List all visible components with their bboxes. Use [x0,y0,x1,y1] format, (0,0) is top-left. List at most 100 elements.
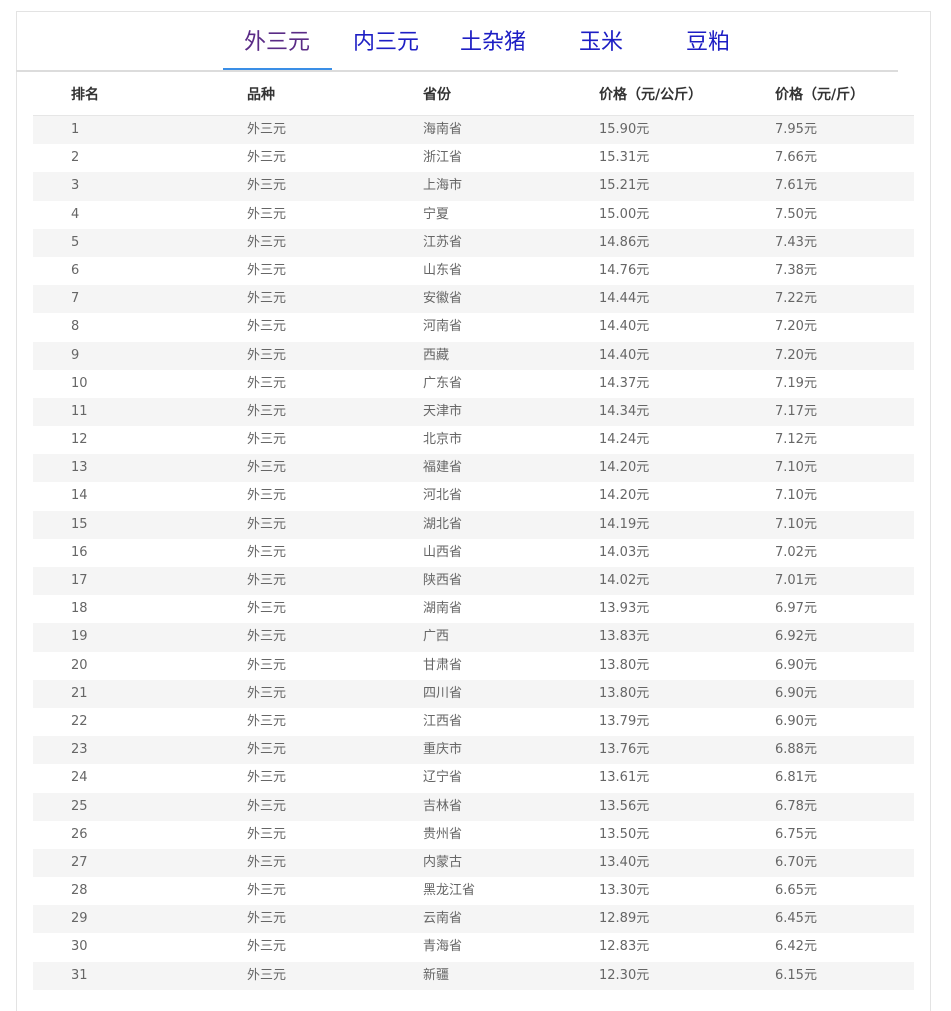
cell-price-per-kg: 14.24元 [599,432,650,448]
cell-variety: 外三元 [247,854,287,870]
table-row: 7 外三元 安徽省 14.44元 7.22元 [33,285,914,314]
cell-price-per-kg: 14.20元 [599,488,650,504]
table-row: 6 外三元 山东省 14.76元 7.38元 [33,256,914,286]
cell-price-per-jin: 7.02元 [775,544,817,560]
cell-rank: 8 [71,319,80,335]
cell-price-per-jin: 6.42元 [775,939,817,955]
cell-price-per-kg: 13.80元 [599,685,650,701]
cell-rank: 2 [71,150,80,166]
cell-price-per-jin: 6.15元 [775,967,817,983]
table-row: 3 外三元 上海市 15.21元 7.61元 [33,172,914,201]
cell-rank: 6 [71,262,80,278]
cell-rank: 1 [71,122,80,137]
cell-province: 江苏省 [423,234,463,250]
cell-price-per-kg: 13.79元 [599,713,650,729]
table-row: 5 外三元 江苏省 14.86元 7.43元 [33,228,914,257]
tab-tu-za-zhu[interactable]: 土杂猪 [460,24,526,70]
cell-rank: 25 [71,798,88,814]
cell-variety: 外三元 [247,375,287,391]
cell-variety: 外三元 [247,657,287,673]
table-row: 29 外三元 云南省 12.89元 6.45元 [33,905,914,934]
cell-variety: 外三元 [247,488,287,504]
table-row: 24 外三元 辽宁省 13.61元 6.81元 [33,764,914,793]
cell-rank: 19 [71,629,88,645]
cell-price-per-jin: 7.61元 [775,178,817,194]
cell-price-per-jin: 7.38元 [775,262,817,278]
cell-rank: 28 [71,883,88,899]
cell-province: 天津市 [423,403,463,419]
tab-nei-san-yuan[interactable]: 内三元 [353,24,419,70]
price-ranking-table: 排名 品种 省份 价格（元/公斤） 价格（元/斤） 1 外三元 海南省 15.90元 7… [33,75,914,990]
cell-rank: 24 [71,770,88,786]
cell-province: 甘肃省 [423,657,463,673]
cell-province: 云南省 [423,911,463,927]
cell-price-per-kg: 13.40元 [599,854,650,870]
cell-province: 浙江省 [423,150,463,166]
cell-price-per-kg: 14.40元 [599,319,650,335]
table-row: 13 外三元 福建省 14.20元 7.10元 [33,454,914,483]
cell-price-per-jin: 6.97元 [775,601,817,617]
table-row: 27 外三元 内蒙古 13.40元 6.70元 [33,848,914,878]
cell-rank: 12 [71,432,88,448]
cell-price-per-jin: 7.10元 [775,460,817,476]
cell-province: 辽宁省 [423,770,463,786]
cell-price-per-kg: 14.34元 [599,403,650,419]
cell-province: 江西省 [423,713,463,729]
cell-province: 湖南省 [423,601,463,617]
cell-price-per-jin: 6.90元 [775,657,817,673]
cell-variety: 外三元 [247,262,287,278]
cell-variety: 外三元 [247,319,287,335]
cell-price-per-kg: 12.89元 [599,911,650,927]
cell-rank: 16 [71,544,88,560]
tab-wai-san-yuan[interactable]: 外三元 [223,24,332,70]
table-row: 8 外三元 河南省 14.40元 7.20元 [33,313,914,342]
table-body: 1 外三元 海南省 15.90元 7.95元 2 外三元 浙江省 15.31元 7.66元 3 外三元… [33,116,914,990]
cell-province: 福建省 [423,460,463,476]
cell-price-per-jin: 7.19元 [775,375,817,391]
table-row: 30 外三元 青海省 12.83元 6.42元 [33,933,914,962]
cell-rank: 22 [71,713,88,729]
cell-rank: 4 [71,206,80,222]
cell-province: 山东省 [423,262,463,278]
table-row: 20 外三元 甘肃省 13.80元 6.90元 [33,651,914,680]
cell-province: 西藏 [423,347,450,363]
table-row: 11 外三元 天津市 14.34元 7.17元 [33,397,914,427]
cell-price-per-jin: 6.81元 [775,770,817,786]
cell-variety: 外三元 [247,234,287,250]
cell-variety: 外三元 [247,685,287,701]
variety-tabs: 外三元 内三元 土杂猪 玉米 豆粕 [16,20,898,72]
cell-variety: 外三元 [247,178,287,194]
header-rank: 排名 [71,87,99,103]
cell-province: 四川省 [423,685,463,701]
cell-price-per-jin: 6.65元 [775,883,817,899]
cell-price-per-kg: 15.31元 [599,150,650,166]
cell-rank: 20 [71,657,88,673]
cell-variety: 外三元 [247,967,287,983]
cell-price-per-kg: 14.03元 [599,544,650,560]
cell-variety: 外三元 [247,713,287,729]
cell-price-per-jin: 7.01元 [775,573,817,588]
table-row: 9 外三元 西藏 14.40元 7.20元 [33,341,914,370]
cell-rank: 11 [71,403,88,419]
cell-rank: 30 [71,939,88,955]
cell-rank: 17 [71,573,88,588]
cell-variety: 外三元 [247,798,287,814]
cell-price-per-jin: 6.45元 [775,911,817,927]
cell-price-per-jin: 7.17元 [775,403,817,419]
cell-province: 安徽省 [423,291,463,307]
table-header: 排名 品种 省份 价格（元/公斤） 价格（元/斤） [33,75,914,116]
table-row: 19 外三元 广西 13.83元 6.92元 [33,623,914,652]
cell-variety: 外三元 [247,460,287,476]
cell-price-per-jin: 7.20元 [775,347,817,363]
cell-rank: 10 [71,375,88,391]
tab-dou-po[interactable]: 豆粕 [686,24,730,70]
cell-price-per-kg: 13.93元 [599,601,650,617]
cell-province: 广东省 [423,375,463,391]
cell-rank: 3 [71,178,80,194]
cell-province: 河北省 [423,488,463,504]
tab-yu-mi[interactable]: 玉米 [579,24,623,70]
cell-price-per-kg: 13.50元 [599,826,650,842]
table-row: 26 外三元 贵州省 13.50元 6.75元 [33,820,914,849]
cell-variety: 外三元 [247,770,287,786]
cell-rank: 14 [71,488,88,504]
